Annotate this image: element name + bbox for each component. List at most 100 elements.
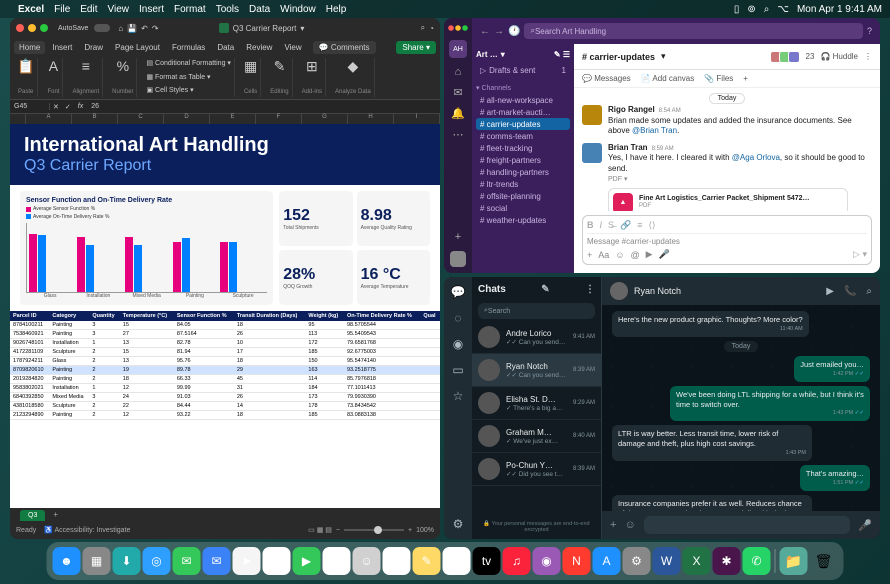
slack-search-input[interactable]: ⌕ Search Art Handling [524, 23, 863, 39]
channel-item[interactable]: # freight-partners [476, 154, 570, 166]
chat-list-item[interactable]: Andre Lorico✓✓ Can you send m…9:41 AM [472, 321, 601, 354]
tab-view[interactable]: View [279, 41, 306, 54]
menu-window[interactable]: Window [280, 4, 316, 15]
search-icon[interactable]: ⌕ [764, 4, 770, 15]
dock-word-icon[interactable]: W [653, 547, 681, 575]
voice-call-icon[interactable]: 📞 [844, 286, 856, 297]
minimize-button[interactable] [455, 25, 461, 31]
status-icon[interactable]: ◌ [454, 311, 461, 325]
sticker-icon[interactable]: ☺ [624, 519, 635, 531]
document-title[interactable]: Q3 Carrier Report [233, 24, 297, 33]
table-row[interactable]: 8784100211Painting31584.05189598.5705544 [10, 321, 440, 330]
channel-item[interactable]: # ltr-trends [476, 178, 570, 190]
send-button[interactable]: ▷ ▾ [853, 249, 867, 260]
dock-photos-icon[interactable]: ✿ [263, 547, 291, 575]
menu-format[interactable]: Format [174, 4, 206, 15]
add-icon[interactable]: + [455, 231, 461, 243]
drafts-sent[interactable]: ▷ Drafts & sent1 [476, 64, 570, 76]
ribbon-paste[interactable]: 📋Paste [14, 58, 38, 97]
close-button[interactable] [16, 24, 24, 32]
code-icon[interactable]: ⟨⟩ [649, 220, 656, 231]
tab-data[interactable]: Data [212, 41, 239, 54]
dock-downloads-icon[interactable]: ⬇ [113, 547, 141, 575]
italic-icon[interactable]: I [600, 220, 603, 231]
titlebar-search-icon[interactable]: ⌕ [421, 23, 425, 33]
dock-tv-icon[interactable]: tv [473, 547, 501, 575]
enter-icon[interactable]: ✓ [62, 103, 74, 111]
list-icon[interactable]: ≡ [637, 220, 642, 231]
channel-item[interactable]: # fleet-tracking [476, 142, 570, 154]
menu-view[interactable]: View [108, 4, 130, 15]
table-row[interactable]: 9026748101Installation11382.781017279.65… [10, 339, 440, 348]
table-row[interactable]: 4172281109Sculpture21581.941718592.67750… [10, 348, 440, 357]
home-icon[interactable]: ⌂ [118, 24, 123, 33]
maximize-button[interactable] [462, 25, 468, 31]
chats-icon[interactable]: 💬 [451, 285, 466, 299]
channel-item[interactable]: # comms-team [476, 130, 570, 142]
menu-file[interactable]: File [54, 4, 70, 15]
filter-icon[interactable]: ⋮ [585, 284, 595, 295]
message-bubble[interactable]: We've been doing LTL shipping for a whil… [670, 386, 870, 422]
dock-appstore-icon[interactable]: A [593, 547, 621, 575]
tab-page-layout[interactable]: Page Layout [110, 41, 165, 54]
mic-icon[interactable]: 🎤 [659, 249, 670, 260]
avatar[interactable] [582, 105, 602, 125]
channel-item[interactable]: # handling-partners [476, 166, 570, 178]
history-icon[interactable]: 🕐 [508, 26, 520, 37]
dock-facetime-icon[interactable]: ▶ [293, 547, 321, 575]
battery-icon[interactable]: ▯ [734, 4, 740, 15]
contact-avatar[interactable] [610, 282, 628, 300]
activity-icon[interactable]: 🔔 [451, 107, 465, 120]
subtab-canvas[interactable]: 📄 Add canvas [641, 74, 695, 83]
menu-edit[interactable]: Edit [80, 4, 97, 15]
table-row[interactable]: 7538460921Painting32787.51642611395.5409… [10, 330, 440, 339]
search-icon[interactable]: ⌕ [866, 286, 872, 297]
channel-item[interactable]: # weather-updates [476, 214, 570, 226]
new-chat-icon[interactable]: ✎ [541, 284, 549, 295]
col-a[interactable]: A [26, 114, 72, 124]
dock-contacts-icon[interactable]: ☺ [353, 547, 381, 575]
dock-excel-icon[interactable]: X [683, 547, 711, 575]
menu-help[interactable]: Help [326, 4, 347, 15]
user-avatar[interactable] [450, 251, 466, 267]
maximize-button[interactable] [40, 24, 48, 32]
chat-list-item[interactable]: Ryan Notch✓✓ Can you send m…8:39 AM [472, 354, 601, 387]
channel-item[interactable]: # social [476, 202, 570, 214]
dock-calendar-icon[interactable]: 1 [323, 547, 351, 575]
excel-sheet[interactable]: International Art Handling Q3 Carrier Re… [10, 124, 440, 508]
table-row[interactable]: 8709820610Painting21989.782916393.251877… [10, 366, 440, 375]
tab-insert[interactable]: Insert [47, 41, 77, 54]
strike-icon[interactable]: S̶ [608, 220, 614, 231]
minimize-button[interactable] [28, 24, 36, 32]
dock-music-icon[interactable]: ♫ [503, 547, 531, 575]
mention-icon[interactable]: @ [630, 250, 639, 260]
autosave-toggle[interactable]: AutoSave [58, 25, 88, 32]
dm-icon[interactable]: ✉ [453, 86, 462, 99]
huddle-button[interactable]: 🎧 Huddle [820, 52, 858, 61]
channel-item[interactable]: # offsite-planning [476, 190, 570, 202]
channel-name[interactable]: # carrier-updates [582, 52, 655, 62]
subtab-files[interactable]: 📎 Files [704, 74, 733, 83]
dock-maps-icon[interactable]: ➤ [233, 547, 261, 575]
workspace-name[interactable]: Art … ▾ ✎ ☰ [476, 48, 570, 61]
tab-draw[interactable]: Draw [79, 41, 108, 54]
back-button[interactable]: ← [480, 26, 490, 37]
channels-header[interactable]: ▾ Channels [476, 82, 570, 94]
cancel-icon[interactable]: ✕ [50, 103, 62, 111]
help-icon[interactable]: ? [867, 26, 872, 36]
comments-button[interactable]: 💬 Comments [313, 41, 376, 54]
table-row[interactable]: 6840392850Mixed Media32491.032617379.993… [10, 393, 440, 402]
name-box[interactable]: G45 [10, 103, 50, 110]
dock-podcasts-icon[interactable]: ◉ [533, 547, 561, 575]
share-button[interactable]: Share ▾ [396, 41, 436, 54]
compose-input[interactable]: Message #carrier-updates [587, 237, 867, 246]
member-count[interactable]: 23 [806, 52, 815, 61]
format-icon[interactable]: Aa [598, 250, 609, 260]
ribbon-addins[interactable]: ⊞Add-ins [299, 58, 326, 97]
dock-notes-icon[interactable]: ✎ [413, 547, 441, 575]
file-attachment[interactable]: ▲ Fine Art Logistics_Carrier Packet_Ship… [608, 188, 848, 211]
dock-finder-icon[interactable]: ☻ [53, 547, 81, 575]
subtab-messages[interactable]: 💬 Messages [582, 74, 631, 83]
video-call-icon[interactable]: ▶ [826, 286, 834, 297]
mic-icon[interactable]: 🎤 [858, 519, 872, 532]
